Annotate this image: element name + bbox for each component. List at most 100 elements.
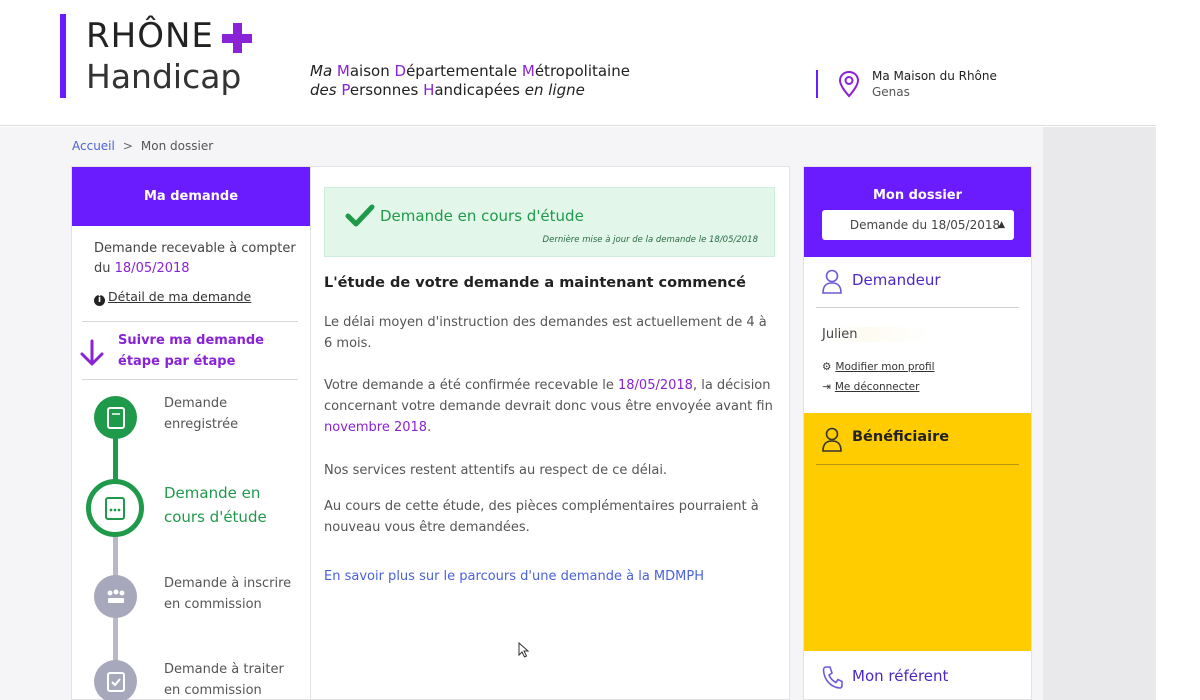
tagline: Ma Maison Départementale Métropolitaine … [310, 62, 630, 100]
divider [82, 379, 298, 380]
user-icon [822, 427, 842, 452]
confirmation-text: Votre demande a été confirmée recevable … [324, 378, 618, 393]
demandeur-title: Demandeur [852, 271, 941, 289]
clipboard-icon [105, 497, 125, 520]
tagline-line-2: des Personnes Handicapées en ligne [310, 81, 630, 100]
page-margin [1156, 0, 1200, 700]
info-icon: i [94, 295, 105, 306]
tagline-segment: M [336, 62, 350, 80]
site-header: RHÔNE Handicap Ma Maison Départementale … [0, 0, 1156, 126]
modify-profile-link[interactable]: ⚙ Modifier mon profil [822, 361, 935, 373]
dossier-select-value: Demande du 18/05/2018 [849, 218, 1001, 232]
step-label-en-cours: Demande en cours d'étude [164, 481, 267, 529]
logo-subtitle[interactable]: Handicap [86, 57, 241, 96]
tagline-segment: D [394, 62, 407, 80]
tagline-segment: andicapées [434, 81, 525, 99]
delay-paragraph: Le délai moyen d'instruction des demande… [324, 315, 767, 351]
tagline-segment: P [341, 81, 350, 99]
plus-logo-icon [222, 23, 252, 53]
mon-dossier-header: Mon dossier Demande du 18/05/2018 ▲ [804, 167, 1031, 257]
follow-steps-label: Suivre ma demande étape par étape [118, 330, 264, 372]
ma-demande-title: Ma demande [72, 167, 310, 226]
step-label-line: cours d'étude [164, 508, 267, 526]
dossier-select[interactable]: Demande du 18/05/2018 ▲ [822, 210, 1014, 240]
tagline-segment: aison [349, 62, 395, 80]
referent-title: Mon référent [852, 667, 949, 685]
tagline-segment: H [423, 81, 435, 99]
tagline-segment: ersonnes [349, 81, 424, 99]
location-city: Genas [872, 85, 910, 99]
status-banner: Demande en cours d'étude Dernière mise à… [324, 187, 775, 257]
mouse-cursor-icon [518, 642, 530, 658]
confirmation-text: . [427, 420, 432, 435]
location-separator [816, 70, 818, 98]
detail-demande-link[interactable]: i Détail de ma demande [94, 289, 251, 306]
logo-bar [60, 14, 66, 98]
documents-paragraph: Au cours de cette étude, des pièces comp… [324, 499, 759, 535]
tagline-segment: Ma [310, 62, 337, 80]
gear-icon: ⚙ [822, 361, 832, 373]
tagline-segment: des [310, 81, 342, 99]
breadcrumb-separator: > [122, 139, 133, 153]
logo-title[interactable]: RHÔNE [86, 16, 214, 56]
follow-steps-line-1: Suivre ma demande [118, 333, 264, 348]
confirmation-date: 18/05/2018 [618, 378, 693, 393]
tagline-segment: en ligne [524, 81, 585, 99]
breadcrumb: Accueil > Mon dossier [72, 139, 213, 153]
breadcrumb-home-link[interactable]: Accueil [72, 139, 115, 153]
demande-status-panel: Demande en cours d'étude Dernière mise à… [311, 166, 790, 700]
step-label-line: Demande à traiter [164, 662, 284, 677]
step-done-marker [94, 396, 137, 439]
divider [816, 464, 1019, 465]
step-label-line: enregistrée [164, 417, 239, 432]
document-icon [106, 406, 125, 429]
step-label-traiter: Demande à traiter en commission [164, 659, 284, 700]
checklist-icon [106, 671, 125, 692]
step-pending-marker [94, 575, 137, 618]
step-label-enregistree: Demande enregistrée [164, 393, 238, 435]
phone-icon [822, 666, 843, 689]
select-arrows-icon: ▲ [998, 220, 1005, 230]
step-label-line: en commission [164, 597, 262, 612]
attention-paragraph: Nos services restent attentifs au respec… [324, 463, 668, 478]
mon-dossier-panel: Mon dossier Demande du 18/05/2018 ▲ Dema… [803, 166, 1032, 700]
user-icon [822, 269, 842, 294]
mon-dossier-title: Mon dossier [872, 188, 963, 203]
recevable-text: Demande recevable à compter du 18/05/201… [94, 239, 304, 279]
modify-profile-label[interactable]: Modifier mon profil [835, 361, 934, 373]
divider [82, 321, 298, 322]
recevable-date: 18/05/2018 [114, 261, 190, 276]
logout-label[interactable]: Me déconnecter [835, 381, 920, 393]
tagline-segment: M [521, 62, 535, 80]
tagline-line-1: Ma Maison Départementale Métropolitaine [310, 62, 630, 81]
step-label-inscrire: Demande à inscrire en commission [164, 573, 291, 615]
detail-demande-label[interactable]: Détail de ma demande [108, 289, 251, 304]
logout-link[interactable]: ⇥ Me déconnecter [822, 381, 919, 393]
logout-icon: ⇥ [822, 381, 831, 393]
decision-deadline: novembre 2018 [324, 420, 428, 435]
confirmation-paragraph: Votre demande a été confirmée recevable … [324, 375, 774, 438]
page-side-strip [1043, 127, 1156, 700]
step-label-line: Demande en [164, 484, 261, 502]
step-label-line: Demande à inscrire [164, 576, 292, 591]
status-last-update: Dernière mise à jour de la demande le 18… [542, 235, 758, 245]
step-pending-marker [94, 660, 137, 700]
arrow-down-icon [80, 339, 104, 366]
status-title: Demande en cours d'étude [380, 207, 584, 225]
divider [816, 307, 1019, 308]
step-label-line: en commission [164, 683, 262, 698]
step-label-line: Demande [164, 396, 228, 411]
beneficiaire-section: Bénéficiaire [804, 413, 1031, 651]
ma-demande-panel: Ma demande Demande recevable à compter d… [71, 166, 311, 700]
user-name: Julien [822, 327, 932, 342]
group-icon [107, 589, 124, 603]
study-heading: L'étude de votre demande a maintenant co… [324, 275, 746, 291]
beneficiaire-title: Bénéficiaire [852, 429, 950, 445]
tagline-segment: étropolitaine [534, 62, 630, 80]
breadcrumb-current: Mon dossier [140, 139, 214, 153]
step-current-marker [86, 479, 144, 537]
follow-steps-line-2: étape par étape [118, 354, 236, 369]
check-icon [345, 204, 375, 227]
location-name: Ma Maison du Rhône [872, 69, 997, 83]
learn-more-link[interactable]: En savoir plus sur le parcours d'une dem… [324, 569, 704, 584]
